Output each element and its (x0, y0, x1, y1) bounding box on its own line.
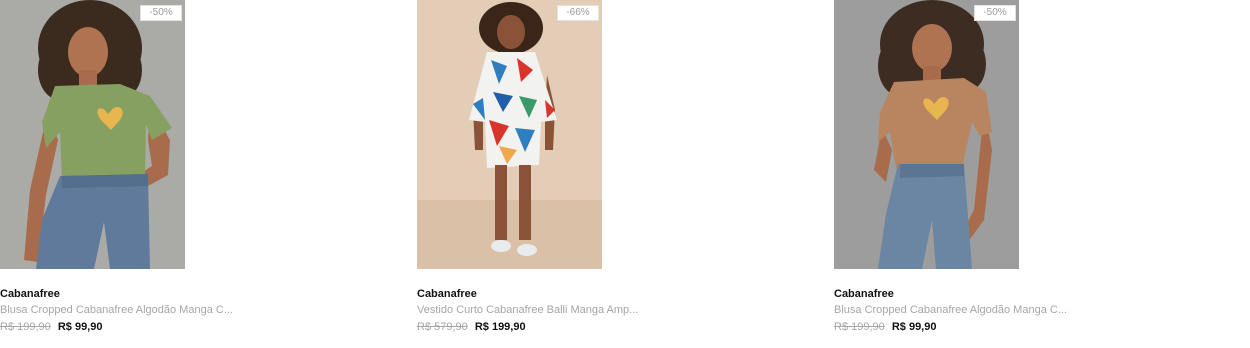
product-image[interactable] (834, 0, 1019, 269)
discount-badge: -66% (557, 5, 599, 21)
current-price: R$ 199,90 (474, 321, 526, 333)
product-prices: R$ 199,90 R$ 99,90 (0, 321, 102, 333)
old-price: R$ 199,90 (834, 321, 885, 333)
current-price: R$ 99,90 (57, 321, 103, 333)
product-name[interactable]: Vestido Curto Cabanafree Balli Manga Amp… (417, 304, 638, 316)
discount-badge: -50% (974, 5, 1016, 21)
product-name[interactable]: Blusa Cropped Cabanafree Algodão Manga C… (0, 304, 233, 316)
product-brand[interactable]: Cabanafree (417, 288, 477, 300)
product-card[interactable]: -50% Cabanafree Blusa Cropped Cabanafree… (834, 0, 1134, 348)
old-price: R$ 199,90 (0, 321, 51, 333)
product-image[interactable] (417, 0, 602, 269)
product-brand[interactable]: Cabanafree (0, 288, 60, 300)
discount-badge: -50% (140, 5, 182, 21)
current-price: R$ 99,90 (891, 321, 937, 333)
product-prices: R$ 579,90 R$ 199,90 (417, 321, 526, 333)
product-image[interactable] (0, 0, 185, 269)
product-prices: R$ 199,90 R$ 99,90 (834, 321, 936, 333)
product-grid: -50% Cabanafree Blusa Cropped Cabanafree… (0, 0, 1250, 348)
product-name[interactable]: Blusa Cropped Cabanafree Algodão Manga C… (834, 304, 1067, 316)
product-brand[interactable]: Cabanafree (834, 288, 894, 300)
product-card[interactable]: -50% Cabanafree Blusa Cropped Cabanafree… (0, 0, 300, 348)
old-price: R$ 579,90 (417, 321, 468, 333)
product-card[interactable]: -66% Cabanafree Vestido Curto Cabanafree… (417, 0, 717, 348)
